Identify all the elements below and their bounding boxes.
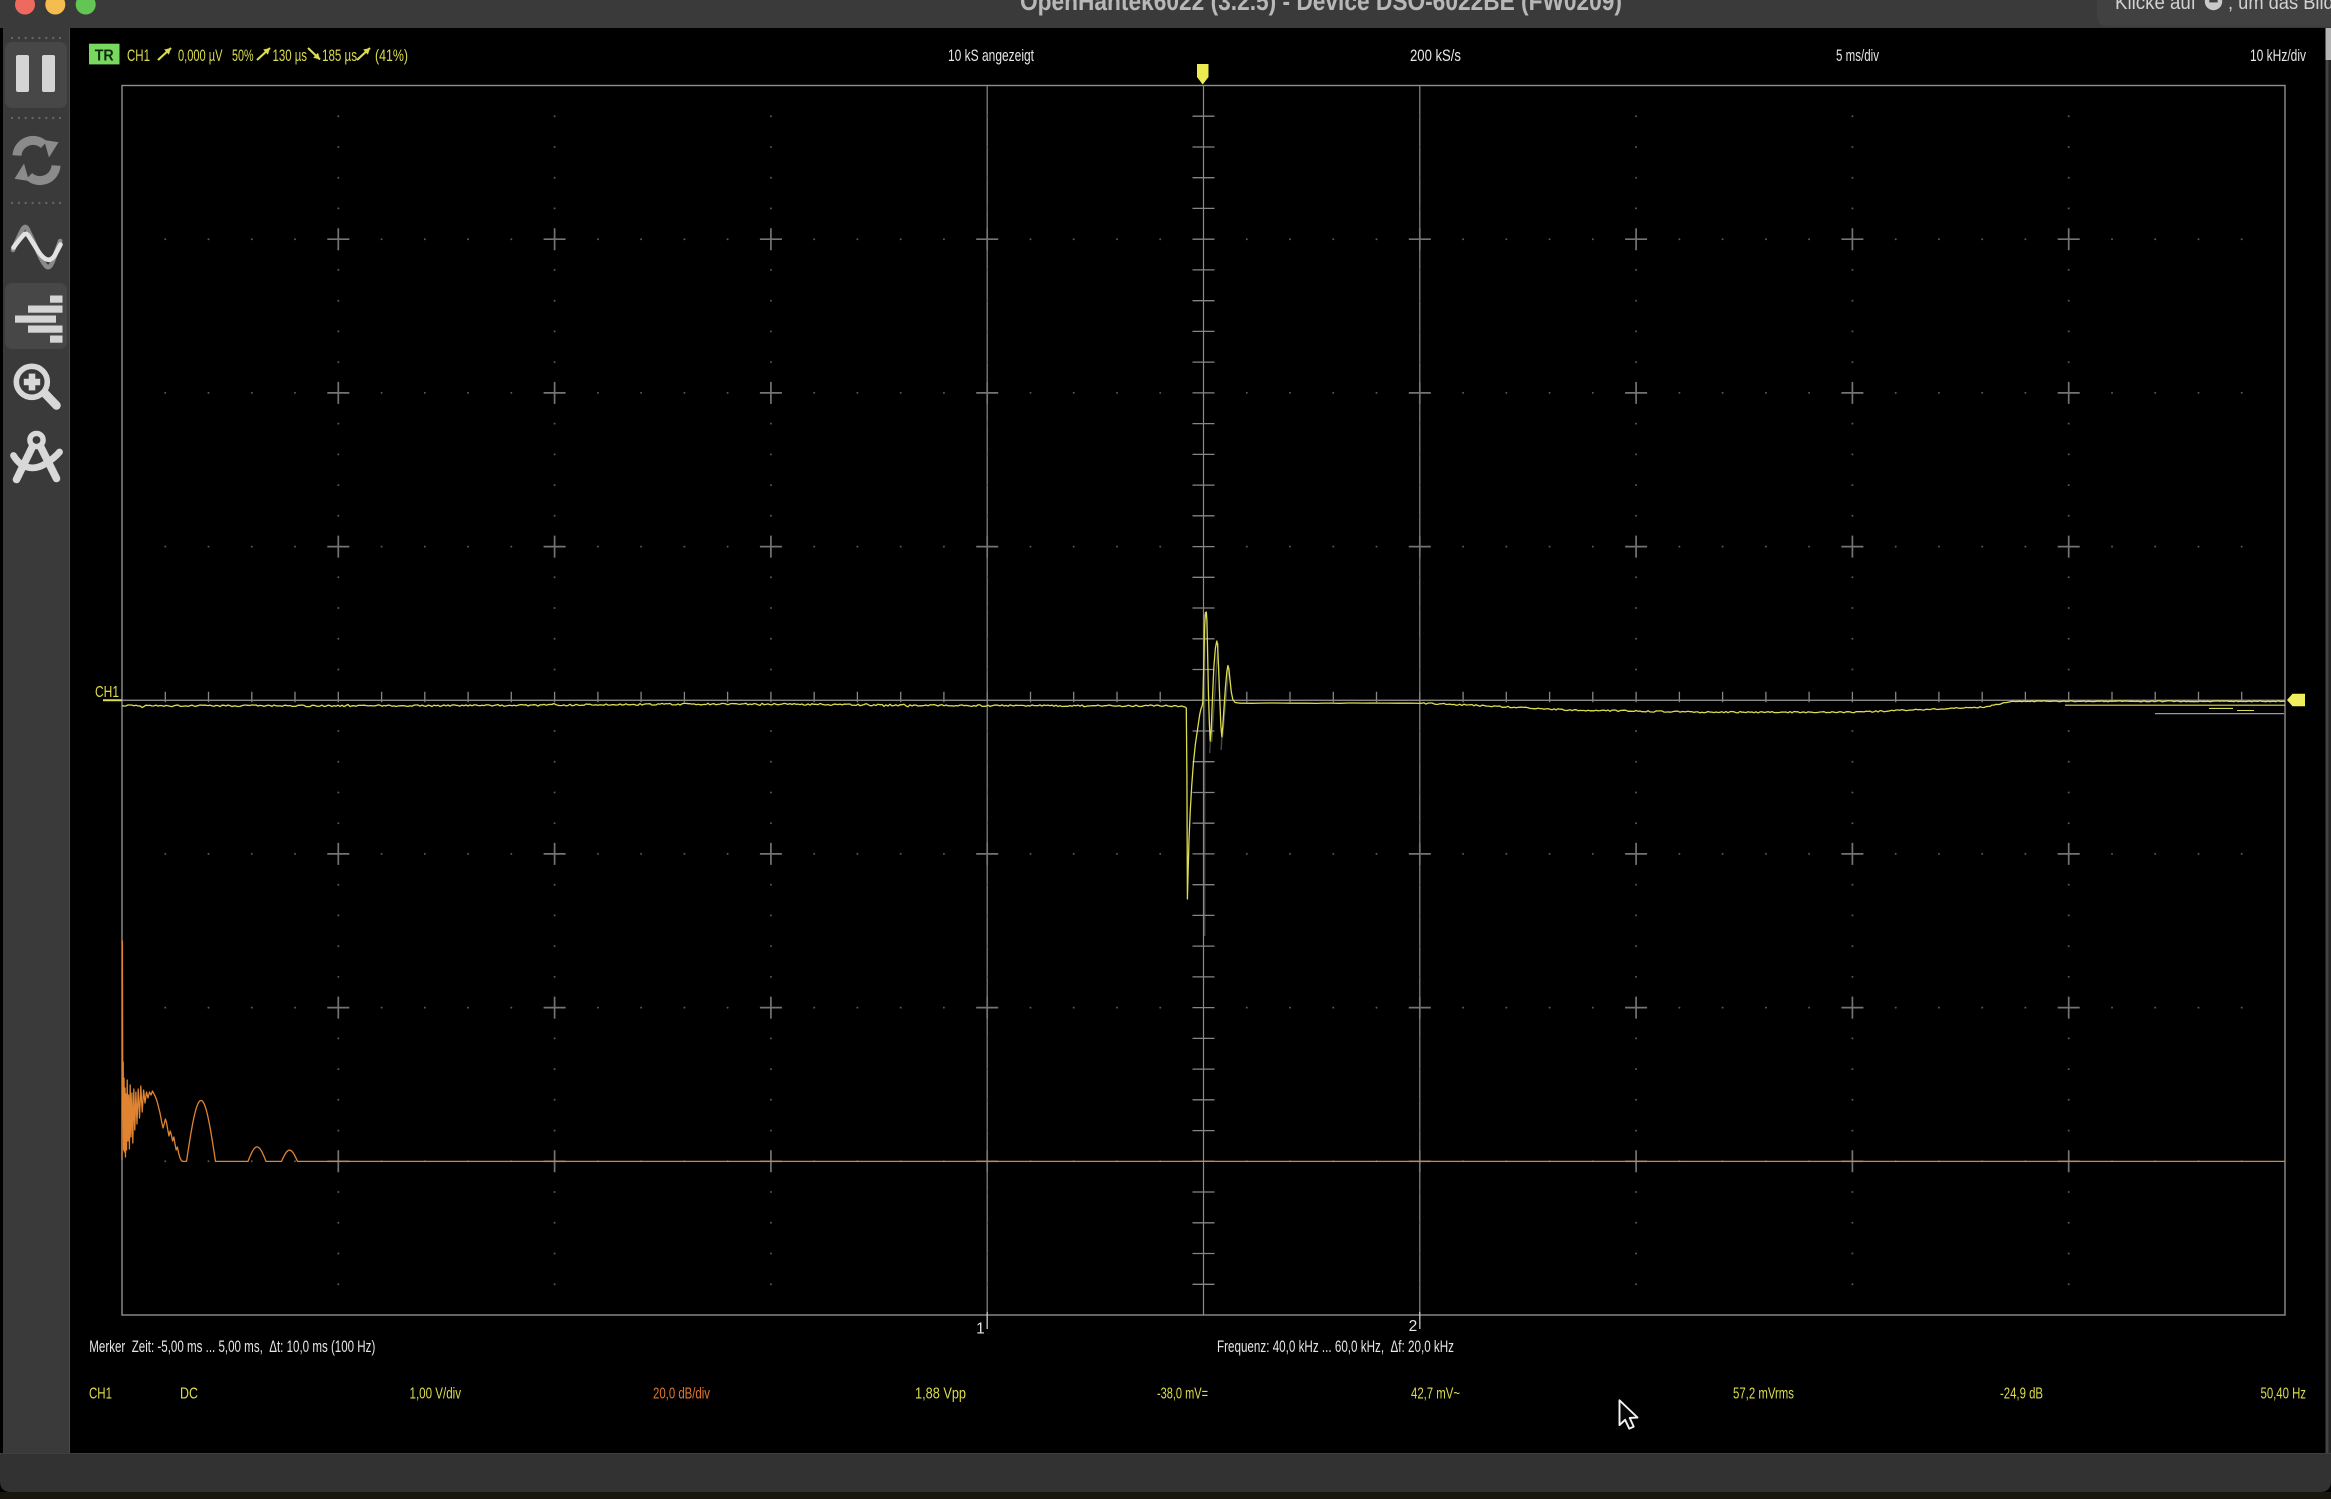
- svg-text:130 µs: 130 µs: [273, 47, 308, 65]
- svg-text:50,40 Hz: 50,40 Hz: [2261, 1386, 2307, 1403]
- svg-text:1: 1: [976, 1321, 985, 1338]
- svg-text:50%: 50%: [232, 47, 254, 65]
- svg-text:, um das Bildschirmfoto: , um das Bildschirmfoto: [2228, 0, 2331, 14]
- svg-text:57,2 mVrms: 57,2 mVrms: [1733, 1386, 1794, 1403]
- svg-text:1,88 Vpp: 1,88 Vpp: [915, 1386, 966, 1403]
- svg-text:Merker Zeit: -5,00 ms ... 5,0: Merker Zeit: -5,00 ms ... 5,00 ms, Δt: 1…: [89, 1338, 375, 1356]
- svg-text:2: 2: [1409, 1318, 1418, 1335]
- svg-text:200 kS/s: 200 kS/s: [1410, 47, 1461, 65]
- svg-text:DC: DC: [180, 1386, 198, 1403]
- svg-text:1,00 V/div: 1,00 V/div: [410, 1386, 462, 1403]
- svg-text:5 ms/div: 5 ms/div: [1836, 47, 1880, 65]
- svg-text:185 µs: 185 µs: [322, 47, 357, 65]
- svg-text:(41%): (41%): [375, 47, 408, 65]
- svg-text:OpenHantek6022 (3.2.5) - Devic: OpenHantek6022 (3.2.5) - Device DSO-6022…: [1020, 0, 1622, 16]
- svg-text:-38,0 mV=: -38,0 mV=: [1157, 1386, 1208, 1403]
- svg-text:CH1: CH1: [95, 684, 119, 701]
- svg-text:-24,9 dB: -24,9 dB: [2000, 1386, 2043, 1403]
- svg-text:0,000 µV: 0,000 µV: [178, 47, 223, 65]
- svg-text:42,7 mV~: 42,7 mV~: [1411, 1386, 1460, 1403]
- svg-text:CH1: CH1: [127, 47, 150, 65]
- svg-text:CH1: CH1: [89, 1386, 112, 1403]
- svg-text:TR: TR: [95, 48, 114, 65]
- svg-text:Klicke auf: Klicke auf: [2115, 0, 2196, 14]
- svg-text:10 kHz/div: 10 kHz/div: [2250, 47, 2307, 65]
- svg-text:Frequenz: 40,0 kHz ... 60,0 kH: Frequenz: 40,0 kHz ... 60,0 kHz, Δf: 20,…: [1217, 1338, 1454, 1356]
- svg-text:10 kS angezeigt: 10 kS angezeigt: [948, 47, 1034, 65]
- svg-text:20,0 dB/div: 20,0 dB/div: [653, 1386, 710, 1403]
